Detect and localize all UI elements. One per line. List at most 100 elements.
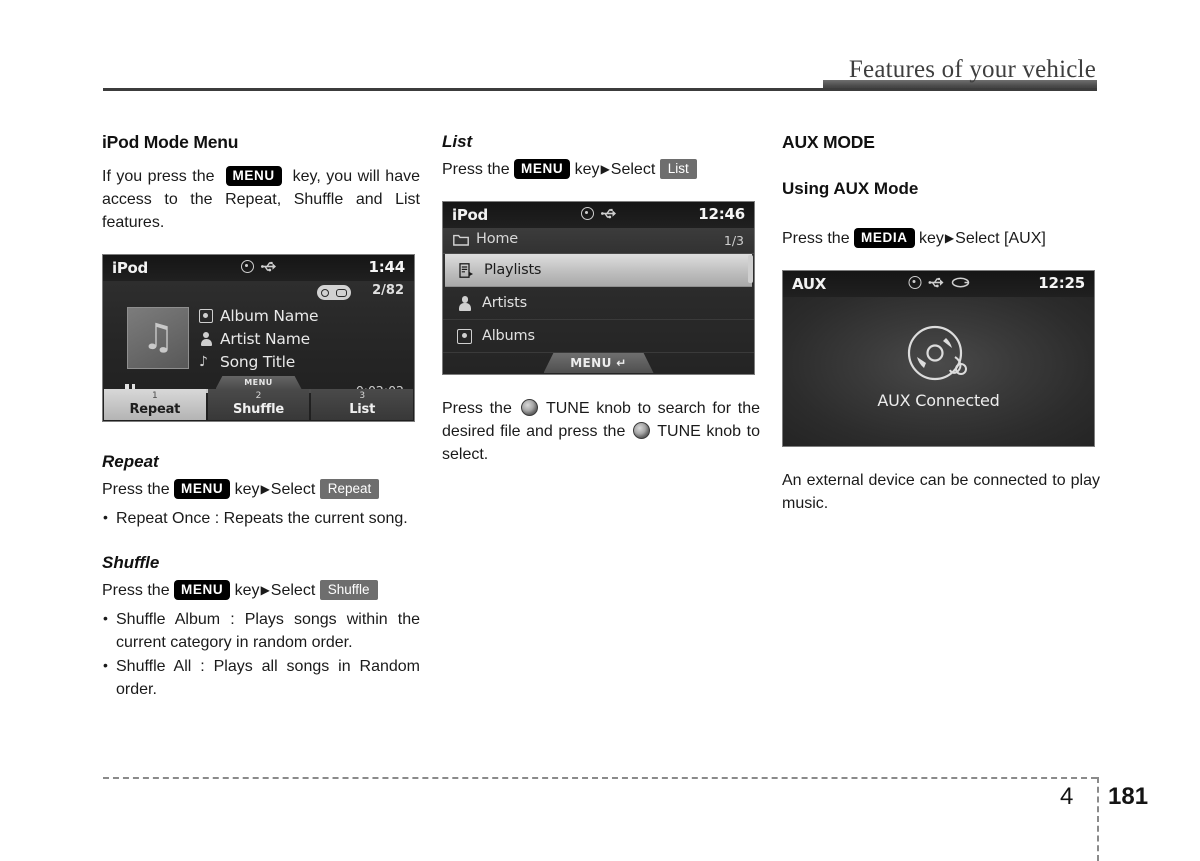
- shuffle-select-badge[interactable]: Shuffle: [319, 580, 378, 600]
- page-header-title: Features of your vehicle: [848, 56, 1096, 83]
- shuffle-key-word: key: [234, 582, 260, 599]
- person-icon: [457, 296, 472, 311]
- artist-name-row: Artist Name: [199, 328, 318, 350]
- usb-icon: [260, 261, 276, 272]
- ipod-status-bar: iPod 1:44: [103, 255, 414, 282]
- triangle-right-icon: ▶: [600, 162, 610, 176]
- soft-key-repeat[interactable]: 1 Repeat: [104, 389, 206, 420]
- list-item-playlists[interactable]: Playlists: [445, 254, 752, 287]
- repeat-select-badge[interactable]: Repeat: [319, 479, 380, 499]
- ipod-list-clock: 12:46: [698, 205, 745, 223]
- shuffle-menu-key-badge[interactable]: MENU: [174, 580, 231, 600]
- footer-divider-horizontal: [103, 777, 1097, 779]
- list-instruction: Press the MENU key▶Select List: [442, 158, 760, 181]
- soft-key-shuffle-label: Shuffle: [232, 402, 285, 417]
- tune-knob-icon[interactable]: [632, 422, 650, 439]
- soft-key-list[interactable]: 3 List: [311, 389, 414, 420]
- ipod-list-menu-tab[interactable]: MENU ↵: [543, 353, 654, 373]
- media-key-badge[interactable]: MEDIA: [854, 228, 915, 248]
- aux-status-bar: AUX 12:25: [783, 271, 1094, 298]
- footer-chapter-number: 4: [1060, 783, 1074, 810]
- aux-clock: 12:25: [1038, 274, 1085, 292]
- column-ipod-mode-menu: iPod Mode Menu If you press the MENU key…: [102, 132, 420, 702]
- aux-key-word: key: [919, 230, 944, 247]
- soft-key-shuffle-number: 2: [255, 391, 262, 401]
- repeat-key-word: key: [234, 481, 260, 498]
- section-title-ipod-mode-menu: iPod Mode Menu: [102, 132, 239, 152]
- disc-icon: [240, 260, 254, 273]
- ipod-status-icons: [240, 260, 277, 273]
- list-menu-key-badge[interactable]: MENU: [514, 159, 571, 179]
- subsection-title-list: List: [442, 132, 473, 151]
- album-icon: [199, 309, 213, 323]
- list-item-albums[interactable]: Albums: [443, 320, 754, 353]
- album-name-label: Album Name: [220, 307, 319, 325]
- list-select-badge[interactable]: List: [659, 159, 697, 179]
- list-item-playlists-label: Playlists: [484, 262, 542, 278]
- breadcrumb-label: Home: [476, 231, 519, 247]
- repeat-instruction: Press the MENU key▶Select Repeat: [102, 478, 420, 501]
- ipod-now-playing-screen: iPod 1:44 2/82 ♫ Album Name Artist Name …: [102, 254, 415, 422]
- column-aux-mode: AUX MODE Using AUX Mode Press the MEDIA …: [782, 132, 1100, 521]
- subsection-title-shuffle: Shuffle: [102, 553, 160, 572]
- soft-key-repeat-label: Repeat: [129, 402, 181, 417]
- ipod-list-body: Home 1/3 Playlists Artists Albums MENU ↵: [443, 228, 754, 374]
- list-item: Repeat Once : Repeats the current song.: [102, 506, 420, 530]
- list-item-artists-label: Artists: [482, 295, 527, 311]
- soft-key-shuffle[interactable]: 2 Shuffle: [207, 389, 310, 420]
- ipod-list-status-icons: [580, 207, 617, 220]
- list-page-indicator: 1/3: [723, 233, 744, 248]
- page-header: Features of your vehicle: [0, 0, 1200, 95]
- aux-screen: AUX 12:25 AUX Connected: [782, 270, 1095, 447]
- ipod-list-status-bar: iPod 12:46: [443, 202, 754, 229]
- intro-text-before-key: If you press the: [102, 168, 215, 185]
- list-item-albums-label: Albums: [482, 328, 535, 344]
- list-press-the: Press the: [442, 161, 510, 178]
- menu-key-badge[interactable]: MENU: [225, 166, 282, 186]
- section-title-aux-mode: AUX MODE: [782, 132, 875, 152]
- disc-icon: [580, 207, 594, 220]
- album-name-row: Album Name: [199, 305, 319, 327]
- repeat-shuffle-status-icon: [317, 285, 351, 300]
- song-title-label: Song Title: [220, 353, 296, 371]
- artist-name-label: Artist Name: [220, 330, 310, 348]
- aux-status-icons: [908, 276, 969, 289]
- repeat-bullet-list: Repeat Once : Repeats the current song.: [102, 506, 420, 530]
- album-icon: [457, 328, 472, 344]
- aux-connected-label: AUX Connected: [877, 391, 1000, 410]
- ipod-clock: 1:44: [368, 258, 405, 276]
- shuffle-select-word: Select: [270, 582, 316, 599]
- footer-page-number: 181: [1108, 783, 1149, 810]
- aux-plug-icon: [951, 277, 969, 288]
- repeat-menu-key-badge[interactable]: MENU: [174, 479, 231, 499]
- list-select-word: Select: [610, 161, 656, 178]
- back-arrow-icon: ↵: [611, 356, 627, 370]
- ipod-track-info: Album Name Artist Name ♪ Song Title: [199, 305, 319, 374]
- album-art-placeholder: ♫: [127, 307, 189, 369]
- ipod-list-menu-tab-label: MENU: [570, 356, 612, 370]
- ipod-list-rows: Playlists Artists Albums: [443, 254, 754, 353]
- folder-icon: [453, 234, 469, 246]
- aux-select-word: Select [AUX]: [955, 230, 1046, 247]
- music-note-icon: ♫: [141, 317, 175, 358]
- aux-instruction: Press the MEDIA key▶Select [AUX]: [782, 227, 1100, 250]
- ipod-track-count: 2/82: [372, 283, 404, 298]
- ipod-menu-tab[interactable]: MENU: [215, 376, 302, 389]
- aux-disc-icon: [907, 325, 967, 381]
- triangle-right-icon: ▶: [260, 482, 270, 496]
- ipod-now-playing-body: 2/82 ♫ Album Name Artist Name ♪ Song Tit…: [103, 281, 414, 421]
- tune-knob-icon[interactable]: [520, 399, 538, 416]
- shuffle-press-the: Press the: [102, 582, 170, 599]
- aux-press-the: Press the: [782, 230, 850, 247]
- subsection-title-using-aux-mode: Using AUX Mode: [782, 179, 919, 198]
- scrollbar-thumb[interactable]: [748, 255, 753, 283]
- ipod-list-screen: iPod 12:46 Home 1/3 Playlists Artists Al…: [442, 201, 755, 375]
- soft-key-repeat-number: 1: [151, 391, 158, 401]
- soft-key-list-label: List: [349, 402, 376, 417]
- breadcrumb: Home 1/3: [443, 228, 754, 254]
- header-rule: [103, 88, 1097, 91]
- list-item-artists[interactable]: Artists: [443, 287, 754, 320]
- shuffle-bullet-list: Shuffle Album : Plays songs within the c…: [102, 607, 420, 701]
- list-key-word: key: [574, 161, 600, 178]
- repeat-press-the: Press the: [102, 481, 170, 498]
